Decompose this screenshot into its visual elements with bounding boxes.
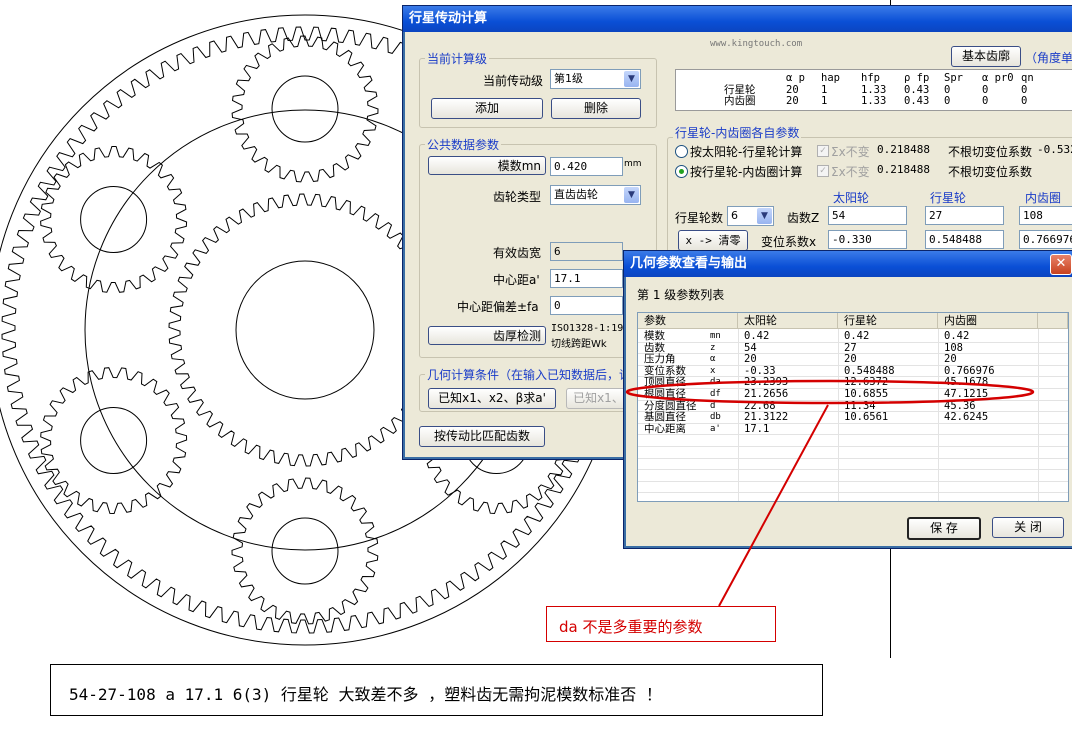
annotation-box: da 不是多重要的参数 [546,606,776,642]
highlight-ellipse [625,379,1035,405]
annotation-overlay [625,379,1035,607]
comment-text: 54-27-108 a 17.1 6(3) 行星轮 大致差不多 ，塑料齿无需拘泥… [69,685,662,704]
annotation-arrow [718,404,829,607]
comment-box: 54-27-108 a 17.1 6(3) 行星轮 大致差不多 ，塑料齿无需拘泥… [50,664,823,716]
annotation-text: da 不是多重要的参数 [559,618,703,636]
